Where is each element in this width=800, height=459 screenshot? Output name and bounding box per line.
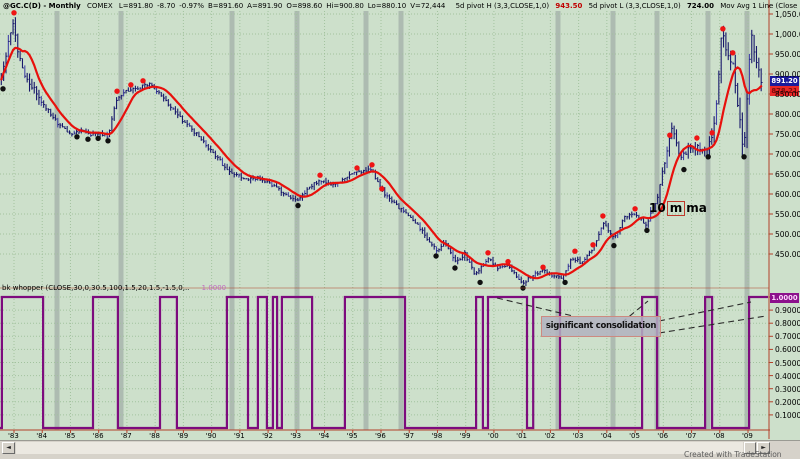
indicator-name: bk whopper (CLOSE,30,0,30.5,100,1.5,20,1…	[2, 284, 189, 292]
year-label: '84	[36, 432, 47, 440]
price-axis-label: 750.00	[775, 130, 800, 139]
price-axis-label: 850.00	[775, 90, 800, 99]
exchange-label: COMEX	[87, 2, 113, 10]
year-label: '87	[121, 432, 132, 440]
year-label: '89	[177, 432, 188, 440]
year-label: '90	[206, 432, 217, 440]
study-1-value: 943.50	[555, 2, 582, 10]
price-axis-label: 500.00	[775, 230, 800, 239]
year-label: '92	[262, 432, 273, 440]
ma-note-pre: 10	[649, 201, 666, 215]
ma-note-post: ma	[686, 201, 707, 215]
year-label: '02	[544, 432, 555, 440]
year-label: '94	[319, 432, 330, 440]
quote-field: -0.97%	[179, 2, 204, 10]
horizontal-scrollbar[interactable]: ◄ ► Created with TradeStation	[0, 440, 800, 459]
indicator-value-tag: 1.0000	[770, 293, 799, 303]
year-label: '01	[516, 432, 527, 440]
year-label: '09	[742, 432, 753, 440]
quote-field: -8.70	[157, 2, 175, 10]
price-axis-label: 900.00	[775, 70, 800, 79]
year-label: '99	[460, 432, 471, 440]
credit-text: Created with TradeStation	[684, 450, 782, 459]
quote-fields: L=891.80 -8.70 -0.97% B=891.60 A=891.90 O=898…	[119, 2, 450, 10]
indicator-axis-label: 0.6000	[775, 345, 800, 354]
price-axis-label: 1,000.00	[775, 30, 800, 39]
indicator-axis-label: 0.7000	[775, 332, 800, 341]
indicator-axis-label: 0.1000	[775, 411, 800, 420]
indicator-axis-label: 0.8000	[775, 319, 800, 328]
indicator-axis-label: 0.9000	[775, 306, 800, 315]
price-axis-label: 650.00	[775, 170, 800, 179]
scrollbar-track[interactable]	[16, 442, 743, 454]
quote-field: A=891.90	[247, 2, 282, 10]
year-label: '08	[714, 432, 725, 440]
price-axis-label: 450.00	[775, 250, 800, 259]
year-label: '07	[686, 432, 697, 440]
price-axis-label: 600.00	[775, 190, 800, 199]
indicator-label-row: bk whopper (CLOSE,30,0,30.5,100,1.5,20,1…	[2, 284, 226, 293]
study-1-label: 5d pivot H (3,3,CLOSE,1,0)	[456, 2, 550, 10]
chart-canvas	[0, 0, 800, 459]
study-2-label: 5d pivot L (3,3,CLOSE,1,0)	[589, 2, 681, 10]
study-2-value: 724.00	[687, 2, 714, 10]
price-axis-label: 700.00	[775, 150, 800, 159]
indicator-axis-label: 0.4000	[775, 372, 800, 381]
year-label: '93	[290, 432, 301, 440]
indicator-value: 1.0000	[202, 284, 227, 292]
consolidation-annotation[interactable]: significant consolidation	[541, 316, 661, 337]
year-label: '97	[403, 432, 414, 440]
year-label: '04	[601, 432, 612, 440]
indicator-axis-label: 0.2000	[775, 398, 800, 407]
year-label: '03	[573, 432, 584, 440]
quote-field: V=72,444	[410, 2, 445, 10]
year-label: '91	[234, 432, 245, 440]
scroll-left-icon: ◄	[6, 444, 11, 451]
study-3-label: Mov Avg 1 Line (Close,10,0)	[720, 2, 798, 10]
quote-field: O=898.60	[286, 2, 322, 10]
price-axis-label: 950.00	[775, 50, 800, 59]
year-label: '83	[8, 432, 19, 440]
year-label: '06	[657, 432, 668, 440]
indicator-axis-label: 0.5000	[775, 359, 800, 368]
ma-note-box: m	[667, 201, 686, 216]
indicator-axis-label: 0.3000	[775, 385, 800, 394]
price-axis-label: 800.00	[775, 110, 800, 119]
symbol-label: @GC.C(D) - Monthly	[3, 2, 81, 10]
year-label: '98	[431, 432, 442, 440]
quote-field: Hi=900.80	[326, 2, 364, 10]
ma-text-annotation[interactable]: 10mma	[649, 201, 707, 216]
year-label: '85	[64, 432, 75, 440]
year-label: '00	[488, 432, 499, 440]
year-label: '95	[347, 432, 358, 440]
year-label: '96	[375, 432, 386, 440]
scroll-left-button[interactable]: ◄	[2, 442, 15, 454]
quote-field: Lo=880.10	[368, 2, 406, 10]
year-label: '88	[149, 432, 160, 440]
tradestation-chart-window: @GC.C(D) - Monthly COMEX L=891.80 -8.70 -0…	[0, 0, 800, 459]
year-label: '86	[93, 432, 104, 440]
price-axis-label: 1,050.00	[775, 10, 800, 19]
quote-field: L=891.80	[119, 2, 153, 10]
quote-field: B=891.60	[208, 2, 243, 10]
price-axis-label: 550.00	[775, 210, 800, 219]
year-label: '05	[629, 432, 640, 440]
chart-header: @GC.C(D) - Monthly COMEX L=891.80 -8.70 -0…	[3, 1, 798, 11]
